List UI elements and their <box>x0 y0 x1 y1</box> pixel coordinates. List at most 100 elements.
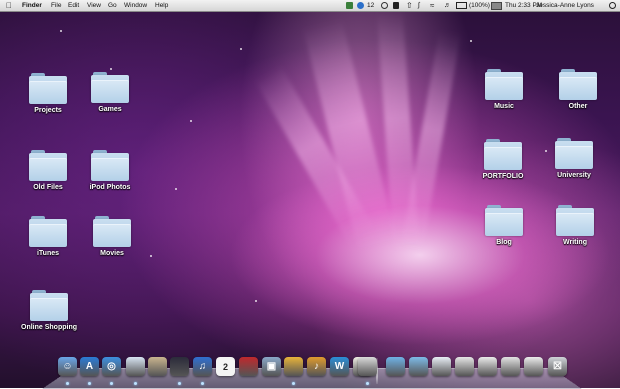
folder-icon <box>91 72 129 103</box>
finder-icon-glyph: ☺ <box>62 361 73 372</box>
star <box>110 68 112 70</box>
apple-menu-icon[interactable]:  <box>6 0 12 11</box>
desktop-folder-movies[interactable]: Movies <box>82 216 142 257</box>
spotlight-icon[interactable] <box>609 2 616 9</box>
folder-label: Online Shopping <box>21 324 77 331</box>
photo-booth-icon[interactable] <box>239 357 258 376</box>
menu-edit[interactable]: Edit <box>68 0 79 11</box>
running-indicator <box>292 382 295 385</box>
volume-icon[interactable]: ♬ <box>444 0 451 11</box>
itunes-icon[interactable]: ♫ <box>193 357 212 376</box>
documents-stack-icon[interactable] <box>409 357 428 376</box>
folder-icon <box>485 205 523 236</box>
dashboard-icon[interactable] <box>170 357 189 376</box>
word-icon[interactable]: W <box>330 357 349 376</box>
running-indicator <box>88 382 91 385</box>
window-4-icon[interactable] <box>524 357 543 376</box>
safari-icon[interactable]: ◎ <box>102 357 121 376</box>
folder-icon <box>93 216 131 247</box>
time-machine-icon[interactable] <box>381 2 388 9</box>
star <box>190 120 192 122</box>
desktop-folder-games[interactable]: Games <box>80 72 140 113</box>
window-1-icon[interactable] <box>455 357 474 376</box>
desktop-folder-music[interactable]: Music <box>474 69 534 110</box>
ical-icon[interactable]: 2 <box>216 357 235 376</box>
menu-go[interactable]: Go <box>108 0 117 11</box>
folder-icon <box>29 150 67 181</box>
battery-percent: (100%) <box>469 2 490 9</box>
folder-label: Games <box>98 106 122 113</box>
folder-label: University <box>557 172 591 179</box>
garageband-icon[interactable]: ♪ <box>307 357 326 376</box>
desktop-folder-itunes[interactable]: iTunes <box>18 216 78 257</box>
folder-label: Old Files <box>33 184 63 191</box>
battery-icon[interactable] <box>456 2 467 9</box>
app-menu-finder[interactable]: Finder <box>22 0 42 11</box>
wifi-icon[interactable]: ≈ <box>430 0 434 11</box>
folder-label: Other <box>568 103 588 110</box>
messenger-icon[interactable] <box>357 2 364 9</box>
user-menu[interactable]: Jessica-Anne Lyons <box>536 0 594 11</box>
desktop-background <box>0 0 620 388</box>
word-icon-glyph: W <box>334 361 345 372</box>
star <box>240 48 242 50</box>
applications-stack-icon[interactable] <box>386 357 405 376</box>
trash-icon[interactable]: ☒ <box>548 357 567 376</box>
finder-icon[interactable]: ☺ <box>58 357 77 376</box>
menu-file[interactable]: File <box>51 0 61 11</box>
folder-icon <box>485 69 523 100</box>
window-2-icon[interactable] <box>478 357 497 376</box>
running-indicator <box>178 382 181 385</box>
preview-icon[interactable] <box>358 357 377 376</box>
desktop-folder-projects[interactable]: Projects <box>18 73 78 114</box>
star <box>60 30 62 32</box>
folder-label: Blog <box>496 239 512 246</box>
app-store-icon-glyph: A <box>85 361 94 372</box>
eject-icon[interactable]: ⇧ <box>406 0 413 11</box>
script-icon[interactable] <box>346 2 353 9</box>
folder-icon <box>555 138 593 169</box>
running-indicator <box>66 382 69 385</box>
flag-icon[interactable] <box>491 2 502 10</box>
folder-label: Projects <box>34 107 62 114</box>
garageband-icon-glyph: ♪ <box>314 361 319 372</box>
desktop-folder-portfolio[interactable]: PORTFOLIO <box>473 139 533 180</box>
star <box>470 40 472 42</box>
menu-view[interactable]: View <box>87 0 101 11</box>
star <box>150 255 152 257</box>
folder-icon <box>91 150 129 181</box>
iphoto-icon-glyph: ▣ <box>266 361 277 372</box>
iphoto-icon[interactable]: ▣ <box>262 357 281 376</box>
imovie-icon[interactable] <box>284 357 303 376</box>
sync-icon[interactable] <box>393 2 399 9</box>
folder-icon <box>29 73 67 104</box>
folder-icon <box>556 205 594 236</box>
desktop-folder-blog[interactable]: Blog <box>474 205 534 246</box>
menu-help[interactable]: Help <box>155 0 168 11</box>
window-3-icon[interactable] <box>501 357 520 376</box>
desktop-folder-university[interactable]: University <box>544 138 604 179</box>
itunes-icon-glyph: ♫ <box>198 361 207 372</box>
status-badge: 12 <box>367 2 375 9</box>
bluetooth-icon[interactable]: ∫ <box>418 0 420 11</box>
mail-icon[interactable] <box>126 357 145 376</box>
folder-label: iTunes <box>36 250 60 257</box>
menu-window[interactable]: Window <box>124 0 147 11</box>
trash-icon-glyph: ☒ <box>553 361 562 372</box>
downloads-stack-icon[interactable] <box>432 357 451 376</box>
calendar-day: 2 <box>222 361 228 372</box>
folder-icon <box>559 69 597 100</box>
desktop-folder-other[interactable]: Other <box>548 69 608 110</box>
folder-icon <box>30 290 68 321</box>
desktop-folder-old-files[interactable]: Old Files <box>18 150 78 191</box>
star <box>175 188 177 190</box>
desktop-folder-ipod-photos[interactable]: iPod Photos <box>80 150 140 191</box>
folder-label: Music <box>494 103 514 110</box>
app-store-icon[interactable]: A <box>80 357 99 376</box>
folder-icon <box>29 216 67 247</box>
desktop-folder-online-shopping[interactable]: Online Shopping <box>19 290 79 331</box>
star <box>255 300 257 302</box>
contacts-icon[interactable] <box>148 357 167 376</box>
folder-label: Writing <box>563 239 587 246</box>
desktop-folder-writing[interactable]: Writing <box>545 205 605 246</box>
